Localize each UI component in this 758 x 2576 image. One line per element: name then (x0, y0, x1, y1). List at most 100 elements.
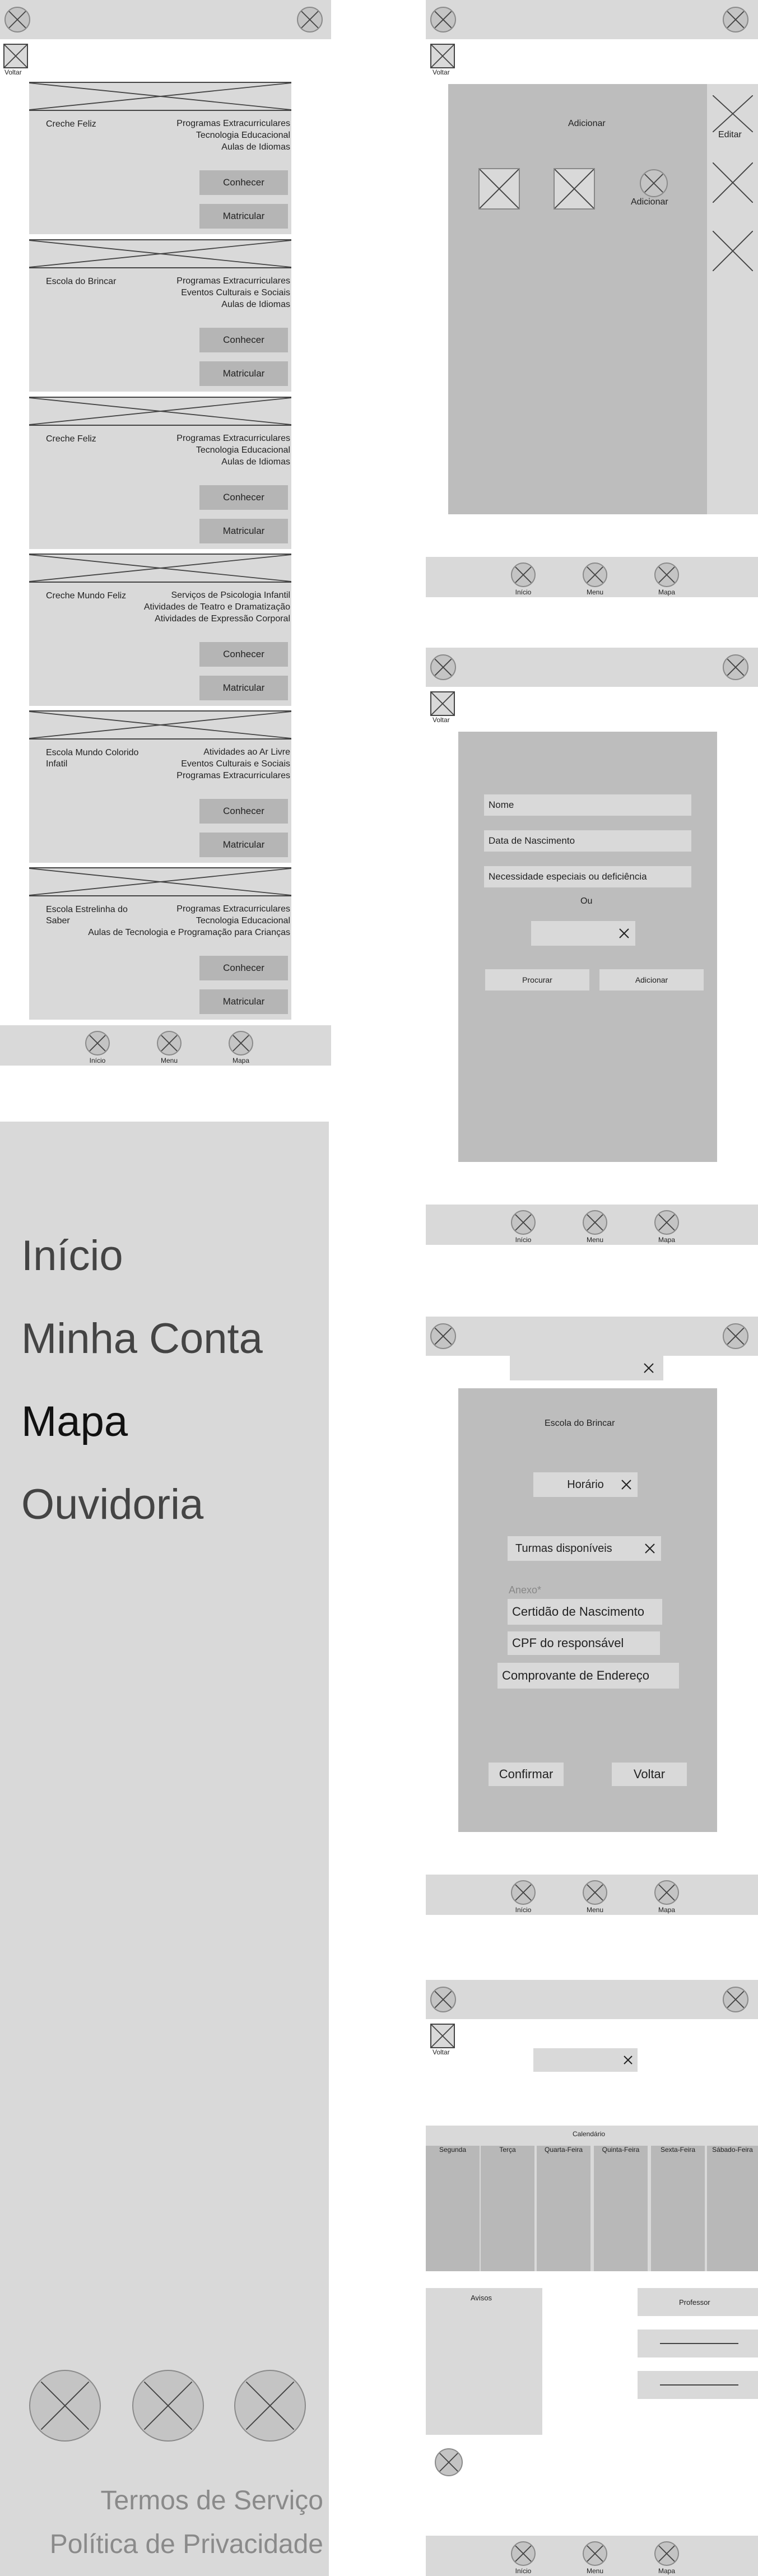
action-icon-2[interactable] (712, 161, 754, 204)
nav-label[interactable]: Mapa (218, 1057, 263, 1064)
social-icon-3[interactable] (234, 2370, 306, 2442)
matricular-button[interactable]: Matricular (199, 519, 288, 543)
name-field[interactable]: Nome (484, 794, 691, 816)
back-icon[interactable] (430, 691, 455, 716)
nav-label[interactable]: Menu (147, 1057, 192, 1064)
back-icon[interactable] (430, 2024, 455, 2048)
back-button[interactable]: Voltar (612, 1763, 687, 1786)
nav-label[interactable]: Início (501, 1236, 546, 1244)
profile-icon[interactable] (723, 1323, 748, 1349)
conhecer-button[interactable]: Conhecer (199, 956, 288, 980)
menu-item-inicio[interactable]: Início (21, 1231, 123, 1280)
map-icon[interactable] (654, 1880, 679, 1905)
confirm-button[interactable]: Confirmar (489, 1763, 564, 1786)
menu-icon[interactable] (430, 654, 456, 680)
matricular-button[interactable]: Matricular (199, 204, 288, 229)
add-child-icon[interactable] (640, 169, 668, 197)
map-icon[interactable] (654, 2541, 679, 2566)
birth-date-field[interactable]: Data de Nascimento (484, 830, 691, 852)
menu-item-minha-conta[interactable]: Minha Conta (21, 1314, 263, 1363)
close-notification-icon[interactable] (643, 1363, 654, 1374)
map-icon[interactable] (654, 562, 679, 587)
nav-label[interactable]: Menu (573, 2567, 617, 2575)
calendar-day-column[interactable] (426, 2146, 480, 2271)
teacher-line-1[interactable] (638, 2329, 758, 2358)
back-label[interactable]: Voltar (433, 68, 450, 76)
home-icon[interactable] (85, 1031, 110, 1055)
profile-icon[interactable] (723, 654, 748, 680)
action-icon-3[interactable] (712, 230, 754, 272)
calendar-day-column[interactable] (651, 2146, 705, 2271)
menu-icon[interactable] (4, 7, 30, 32)
nav-label[interactable]: Mapa (644, 1906, 689, 1914)
classes-select[interactable]: Turmas disponíveis (508, 1536, 661, 1561)
search-bar[interactable] (533, 2048, 638, 2072)
matricular-button[interactable]: Matricular (199, 361, 288, 386)
menu-icon[interactable] (430, 1987, 456, 2012)
doc-address-proof[interactable]: Comprovante de Endereço (497, 1663, 679, 1689)
menu-icon[interactable] (430, 1323, 456, 1349)
doc-birth-certificate[interactable]: Certidão de Nascimento (508, 1599, 662, 1625)
menu-icon[interactable] (430, 7, 456, 32)
back-label[interactable]: Voltar (433, 2048, 450, 2056)
calendar-day-column[interactable] (537, 2146, 590, 2271)
schedule-clear-icon[interactable] (621, 1479, 632, 1490)
back-label[interactable]: Voltar (4, 68, 22, 76)
nav-label[interactable]: Mapa (644, 1236, 689, 1244)
matricular-button[interactable]: Matricular (199, 833, 288, 857)
child-photo-2[interactable] (554, 168, 595, 210)
map-icon[interactable] (229, 1031, 253, 1055)
menu-item-ouvidoria[interactable]: Ouvidoria (21, 1480, 203, 1529)
nav-label[interactable]: Mapa (644, 2567, 689, 2575)
map-icon[interactable] (654, 1210, 679, 1235)
profile-icon[interactable] (723, 1987, 748, 2012)
matricular-button[interactable]: Matricular (199, 676, 288, 700)
calendar-day-column[interactable] (707, 2146, 758, 2271)
classes-clear-icon[interactable] (644, 1543, 655, 1554)
profile-icon[interactable] (723, 7, 748, 32)
menu-nav-icon[interactable] (583, 562, 607, 587)
calendar-day-column[interactable] (481, 2146, 534, 2271)
home-icon[interactable] (511, 2541, 536, 2566)
child-photo-1[interactable] (478, 168, 520, 210)
nav-label[interactable]: Início (501, 588, 546, 596)
menu-nav-icon[interactable] (583, 2541, 607, 2566)
matricular-button[interactable]: Matricular (199, 989, 288, 1014)
nav-label[interactable]: Início (501, 2567, 546, 2575)
edit-label[interactable]: Editar (718, 130, 742, 140)
menu-nav-icon[interactable] (583, 1880, 607, 1905)
menu-item-mapa[interactable]: Mapa (21, 1397, 128, 1446)
terms-link[interactable]: Termos de Serviço (101, 2485, 323, 2516)
social-icon-2[interactable] (132, 2370, 204, 2442)
calendar-day-column[interactable] (594, 2146, 648, 2271)
profile-icon[interactable] (297, 7, 323, 32)
privacy-link[interactable]: Política de Privacidade (50, 2529, 323, 2560)
back-icon[interactable] (3, 44, 28, 68)
teacher-line-2[interactable] (638, 2371, 758, 2399)
nav-label[interactable]: Menu (573, 1906, 617, 1914)
clear-search-icon[interactable] (619, 928, 630, 939)
nav-label[interactable]: Menu (573, 1236, 617, 1244)
conhecer-button[interactable]: Conhecer (199, 170, 288, 195)
back-label[interactable]: Voltar (433, 716, 450, 724)
doc-guardian-cpf[interactable]: CPF do responsável (508, 1631, 660, 1655)
search-button[interactable]: Procurar (485, 969, 589, 991)
nav-label[interactable]: Início (501, 1906, 546, 1914)
social-icon-1[interactable] (29, 2370, 101, 2442)
add-button[interactable]: Adicionar (599, 969, 704, 991)
conhecer-button[interactable]: Conhecer (199, 328, 288, 352)
special-needs-field[interactable]: Necessidade especiais ou deficiência (484, 866, 691, 887)
add-child-label[interactable]: Adicionar (631, 197, 668, 207)
home-icon[interactable] (511, 1880, 536, 1905)
conhecer-button[interactable]: Conhecer (199, 485, 288, 510)
conhecer-button[interactable]: Conhecer (199, 642, 288, 667)
nav-label[interactable]: Menu (573, 588, 617, 596)
back-icon[interactable] (430, 44, 455, 68)
conhecer-button[interactable]: Conhecer (199, 799, 288, 824)
nav-label[interactable]: Início (75, 1057, 120, 1064)
home-icon[interactable] (511, 562, 536, 587)
home-icon[interactable] (511, 1210, 536, 1235)
menu-nav-icon[interactable] (157, 1031, 182, 1055)
clear-search-icon[interactable] (623, 2055, 633, 2065)
menu-nav-icon[interactable] (583, 1210, 607, 1235)
